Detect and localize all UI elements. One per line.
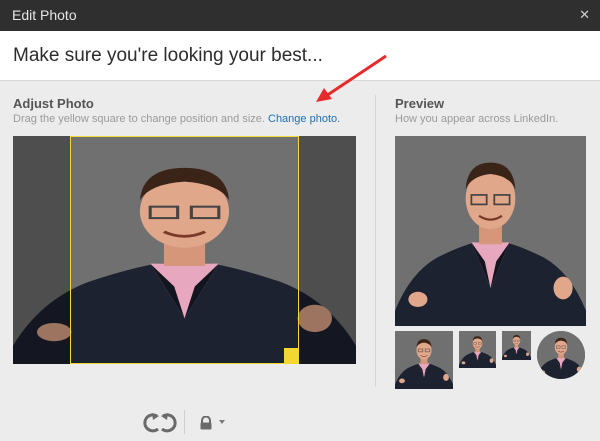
- adjust-photo-title: Adjust Photo: [13, 96, 94, 111]
- dialog-title: Edit Photo: [12, 7, 77, 23]
- page-heading: Make sure you're looking your best...: [13, 45, 323, 66]
- preview-small: [459, 331, 496, 368]
- adjust-instructions: Drag the yellow square to change positio…: [13, 113, 340, 125]
- rotate-icon[interactable]: [143, 412, 177, 438]
- lock-icon[interactable]: [199, 415, 213, 435]
- toolbar-separator: [184, 410, 185, 434]
- preview-medium: [395, 331, 453, 389]
- preview-subtitle: How you appear across LinkedIn.: [395, 113, 559, 125]
- chevron-down-icon[interactable]: [219, 420, 225, 424]
- annotation-arrow-icon: [316, 54, 387, 102]
- preview-large: [395, 136, 586, 326]
- dialog-titlebar: Edit Photo ✕: [0, 0, 600, 31]
- crop-resize-handle[interactable]: [284, 348, 299, 364]
- close-icon[interactable]: ✕: [579, 8, 590, 22]
- preview-title: Preview: [395, 96, 445, 111]
- change-photo-link[interactable]: Change photo.: [268, 113, 340, 125]
- crop-square[interactable]: [70, 136, 299, 364]
- preview-tiny: [502, 331, 531, 360]
- section-divider: [375, 95, 376, 387]
- dialog-header: Make sure you're looking your best...: [0, 31, 600, 81]
- adjust-instructions-text: Drag the yellow square to change positio…: [13, 113, 265, 125]
- preview-round: [537, 331, 585, 379]
